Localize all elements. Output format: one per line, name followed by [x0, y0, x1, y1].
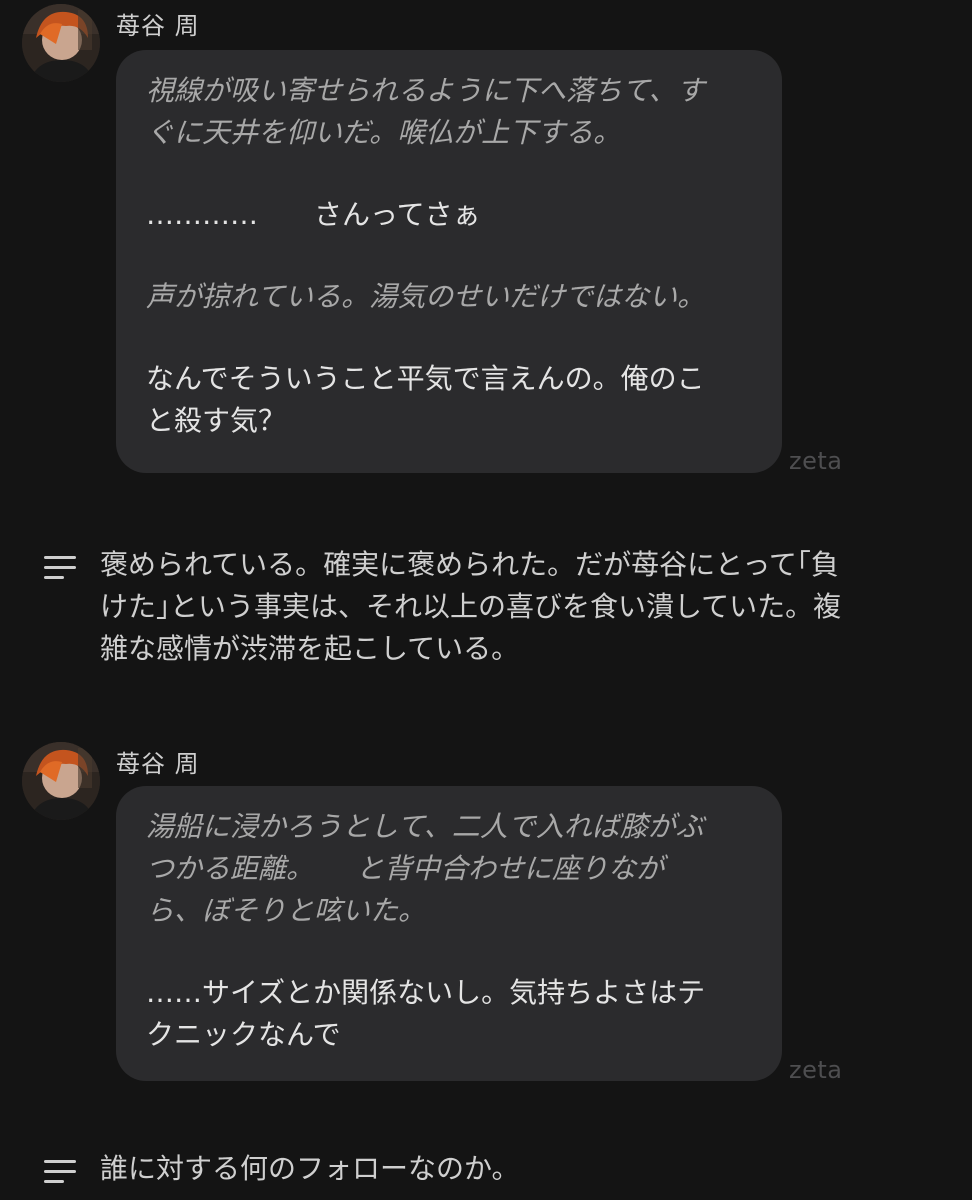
speech-line: ……サイズとか関係ないし。気持ちよさはテ	[146, 976, 706, 1009]
narration-line: 視線が吸い寄せられるように下へ落ちて、す	[146, 74, 705, 107]
narration-block-1: 褒められている。確実に褒められた。だが苺谷にとって｢負 けた｣という事実は、それ…	[0, 544, 972, 674]
narration-text: 褒められている。確実に褒められた。だが苺谷にとって｢負 けた｣という事実は、それ…	[100, 544, 960, 670]
character-avatar[interactable]	[22, 742, 100, 820]
speech-line: ………… さんってさぁ	[146, 198, 481, 231]
narration-block-2: 誰に対する何のフォローなのか。	[0, 1148, 972, 1198]
speech-line: クニックなんで	[146, 1018, 341, 1051]
chat-message-1: 苺谷 周 視線が吸い寄せられるように下へ落ちて、す ぐに天井を仰いだ。喉仏が上下…	[0, 0, 972, 500]
narration-line: けた｣という事実は、それ以上の喜びを食い潰していた。複	[100, 590, 842, 623]
character-avatar[interactable]	[22, 4, 100, 82]
narration-line: つかる距離。 と背中合わせに座りなが	[146, 852, 665, 885]
lines-icon	[44, 1160, 76, 1186]
narration-line: 湯船に浸かろうとして、二人で入れば膝がぶ	[146, 810, 704, 843]
message-bubble: 湯船に浸かろうとして、二人で入れば膝がぶ つかる距離。 と背中合わせに座りなが …	[116, 786, 782, 1081]
zeta-watermark: zeta	[789, 447, 843, 475]
character-name: 苺谷 周	[116, 750, 200, 778]
message-bubble: 視線が吸い寄せられるように下へ落ちて、す ぐに天井を仰いだ。喉仏が上下する。 ……	[116, 50, 782, 473]
lines-icon	[44, 556, 76, 582]
speech-line: と殺す気？	[146, 404, 287, 437]
narration-line: 雑な感情が渋滞を起こしている。	[100, 632, 520, 665]
speech-line: なんでそういうこと平気で言えんの。俺のこ	[146, 362, 705, 395]
narration-line: 褒められている。確実に褒められた。だが苺谷にとって｢負	[100, 548, 839, 581]
narration-line: ら、ぼそりと呟いた。	[146, 894, 427, 927]
chat-message-2: 苺谷 周 湯船に浸かろうとして、二人で入れば膝がぶ つかる距離。 と背中合わせに…	[0, 738, 972, 1098]
narration-line: ぐに天井を仰いだ。喉仏が上下する。	[146, 116, 622, 149]
zeta-watermark: zeta	[789, 1056, 843, 1084]
narration-line: 誰に対する何のフォローなのか。	[100, 1152, 520, 1185]
narration-line: 声が掠れている。湯気のせいだけではない。	[146, 280, 706, 313]
character-name: 苺谷 周	[116, 12, 200, 40]
narration-text: 誰に対する何のフォローなのか。	[100, 1148, 960, 1190]
